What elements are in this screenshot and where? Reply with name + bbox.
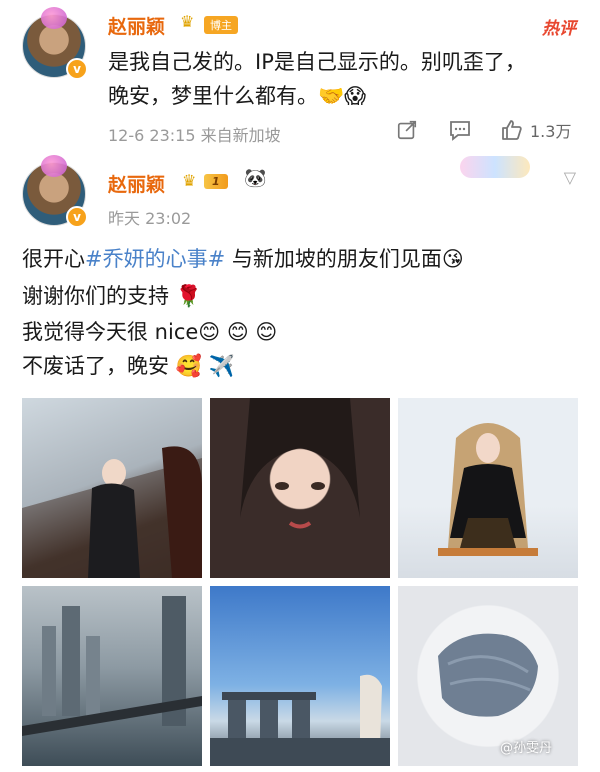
username[interactable]: 赵丽颖 — [108, 170, 165, 197]
post-text-line-3: 我觉得今天很 nice😊 😊 😊 — [22, 320, 278, 344]
verified-badge-icon: v — [66, 58, 88, 80]
surprised-emoji: 😱 — [344, 84, 367, 108]
like-icon — [502, 120, 522, 140]
host-badge: 博主 — [204, 16, 238, 34]
post-text-line-1: 很开心#乔妍的心事# 与新加坡的朋友们见面😘 — [22, 247, 464, 271]
level-badge: 1 — [204, 174, 228, 189]
chevron-down-icon[interactable]: ▽ — [564, 168, 576, 187]
post-text-line-2: 谢谢你们的支持 🌹 — [22, 284, 202, 308]
comment-text-line-2: 晚安，梦里什么都有。🤝😱 — [108, 84, 367, 108]
post-text-line-4: 不废话了，晚安 🥰 ✈️ — [22, 354, 235, 378]
comment-button[interactable] — [448, 119, 472, 141]
crown-icon: ♛ — [182, 171, 197, 190]
photo-6[interactable]: @孙雯丹 — [398, 586, 578, 766]
username[interactable]: 赵丽颖 — [108, 12, 165, 39]
rose-emoji: 🌹 — [175, 284, 202, 308]
watermark: @孙雯丹 — [499, 741, 552, 756]
avatar-decoration — [41, 7, 67, 29]
action-bar: 1.3万 — [396, 118, 571, 142]
post-time: 昨天 23:02 — [108, 209, 192, 228]
photo-5[interactable] — [210, 586, 390, 766]
photo-grid: @孙雯丹 — [22, 398, 578, 768]
post-main: v ▽ 赵丽颖 ♛ 1 🐼 昨天 23:02 很开心#乔妍的心事# 与新加坡的朋… — [0, 150, 600, 772]
photo-4-cityscape — [22, 596, 202, 736]
photo-4[interactable] — [22, 586, 202, 766]
photo-5-skyline — [210, 674, 390, 766]
photo-1[interactable] — [22, 398, 202, 578]
comment-text-line-1: 是我自己发的。IP是自己显示的。别叽歪了， — [108, 50, 526, 74]
avatar[interactable]: v — [22, 7, 88, 80]
photo-2-portrait — [240, 398, 360, 529]
hot-comment-label: 热评 — [542, 19, 576, 39]
photo-1-figure — [22, 446, 202, 578]
photo-2[interactable] — [210, 398, 390, 578]
avatar[interactable]: v — [22, 155, 88, 228]
kiss-emoji: 😘 — [441, 247, 464, 271]
hashtag-link[interactable]: #乔妍的心事# — [85, 247, 225, 271]
share-button[interactable] — [396, 119, 418, 141]
comment-icon — [450, 121, 470, 141]
photo-3-figure — [438, 423, 538, 556]
love-plane-emojis: 🥰 ✈️ — [175, 354, 235, 378]
like-count: 1.3万 — [530, 122, 572, 141]
post-reply: v 赵丽颖 ♛ 博主 热评 是我自己发的。IP是自己显示的。别叽歪了， 晚安，梦… — [0, 0, 600, 150]
like-button[interactable]: 1.3万 — [500, 118, 571, 142]
panda-icon: 🐼 — [244, 168, 267, 189]
handshake-emoji: 🤝 — [318, 84, 345, 108]
verified-badge-icon: v — [66, 206, 88, 228]
card-decoration — [460, 156, 530, 178]
post-meta: 12-6 23:15 来自新加坡 — [108, 126, 281, 145]
avatar-decoration — [41, 155, 67, 177]
photo-3[interactable] — [398, 398, 578, 578]
crown-icon: ♛ — [180, 12, 195, 31]
share-icon — [397, 120, 417, 140]
smile-emojis: 😊 😊 😊 — [198, 320, 278, 344]
